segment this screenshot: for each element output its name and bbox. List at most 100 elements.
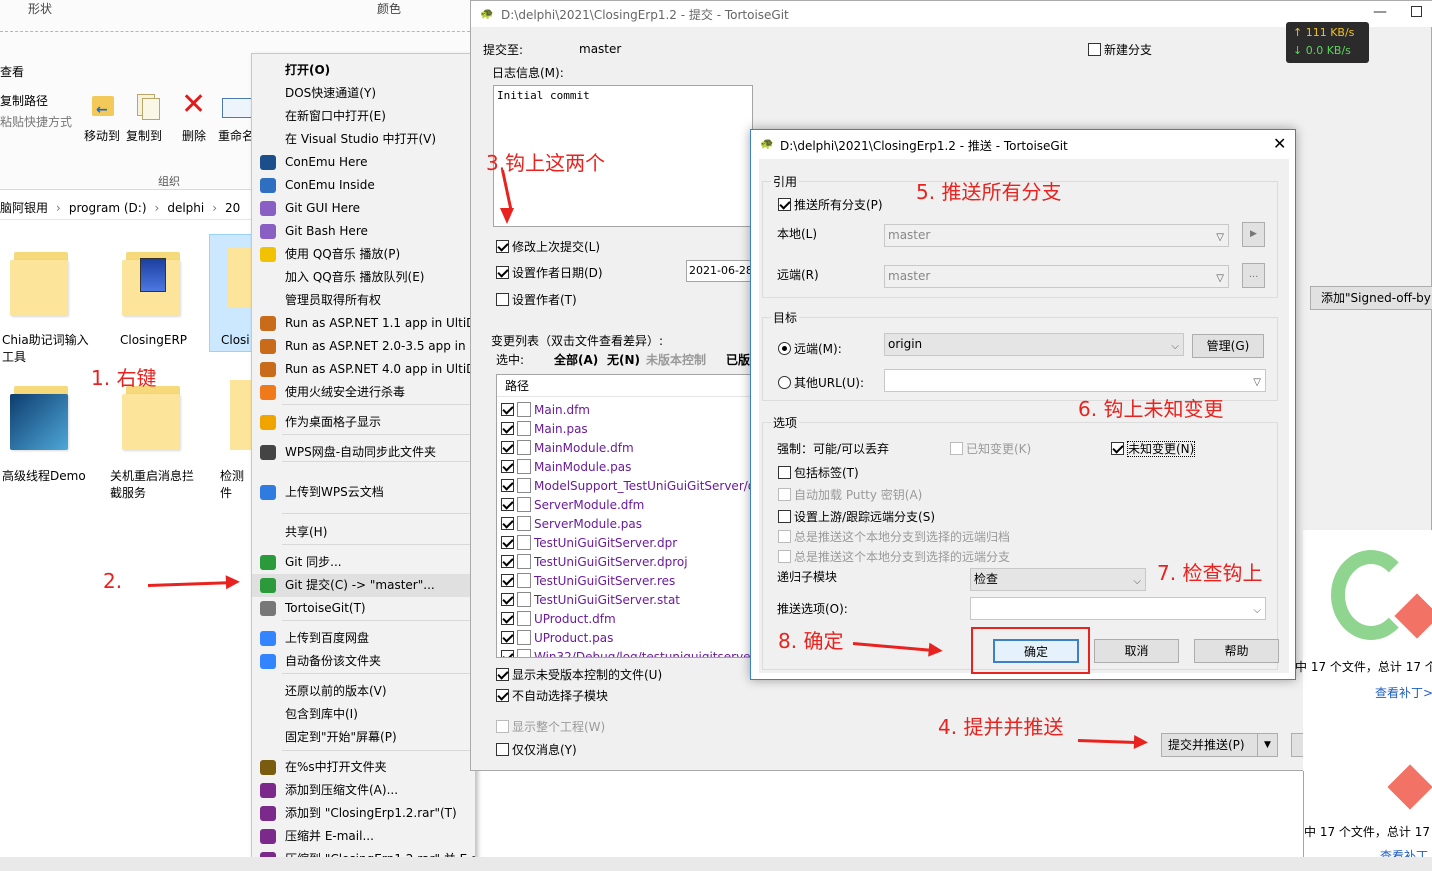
context-menu-item[interactable]: 管理员取得所有权 <box>252 289 475 312</box>
always-push-remote-checkbox[interactable]: 总是推送这个本地分支到选择的远端归档 <box>778 528 1010 545</box>
file-checkbox[interactable] <box>501 650 514 657</box>
file-row[interactable]: Main.pas <box>501 420 588 439</box>
include-tags-checkbox[interactable]: 包括标签(T) <box>778 464 859 481</box>
file-checkbox[interactable] <box>501 555 514 568</box>
context-menu-item[interactable]: DOS快速通道(Y) <box>252 82 475 105</box>
folder-icon[interactable] <box>122 246 182 316</box>
push-all-checkbox[interactable]: 推送所有分支(P) <box>778 196 883 213</box>
remote-select[interactable]: origin ⌵ <box>884 333 1184 356</box>
file-checkbox[interactable] <box>501 631 514 644</box>
close-icon[interactable]: ✕ <box>1273 134 1286 153</box>
file-row[interactable]: Main.dfm <box>501 401 590 420</box>
select-none-link[interactable]: 无(N) <box>607 351 640 368</box>
context-menu-item[interactable]: TortoiseGit(T) <box>252 597 475 620</box>
context-menu-item[interactable]: 打开(O) <box>252 59 475 82</box>
set-upstream-checkbox[interactable]: 设置上游/跟踪远端分支(S) <box>778 508 935 525</box>
always-push-branch-checkbox[interactable]: 总是推送这个本地分支到选择的远端分支 <box>778 548 1010 565</box>
context-menu-item[interactable]: 包含到库中(I) <box>252 703 475 726</box>
remote-radio[interactable]: 远端(M): <box>778 340 842 357</box>
context-menu-item[interactable]: 上传到百度网盘 <box>252 627 475 650</box>
context-menu-item[interactable]: 使用火绒安全进行杀毒 <box>252 381 475 404</box>
context-menu-item[interactable]: 在新窗口中打开(E) <box>252 105 475 128</box>
context-menu-item[interactable]: 还原以前的版本(V) <box>252 680 475 703</box>
folder-label[interactable]: ClosingERP <box>120 332 187 349</box>
column-header-color[interactable]: 颜色 <box>377 0 437 17</box>
message-only-checkbox[interactable]: 仅仅消息(Y) <box>496 741 577 758</box>
breadcrumb-item[interactable]: program (D:) <box>69 201 147 215</box>
copy-to-button[interactable]: 复制到 <box>126 127 162 144</box>
context-menu-item[interactable]: Git GUI Here <box>252 197 475 220</box>
author-date-input[interactable]: 2021-06-28 <box>686 260 756 282</box>
view-patch-link[interactable]: 查看补丁> <box>1375 684 1432 701</box>
context-menu-item[interactable]: 压缩并 E-mail... <box>252 825 475 848</box>
file-row[interactable]: ModelSupport_TestUniGuiGitServer/defa <box>501 477 755 496</box>
unknown-changes-checkbox[interactable]: 未知变更(N) <box>1111 440 1196 457</box>
file-checkbox[interactable] <box>501 536 514 549</box>
signed-off-button[interactable]: 添加"Signed-off-by" <box>1310 286 1432 310</box>
show-unversioned-checkbox[interactable]: 显示未受版本控制的文件(U) <box>496 666 662 683</box>
context-menu-item[interactable]: 在%s中打开文件夹 <box>252 756 475 779</box>
file-checkbox[interactable] <box>501 612 514 625</box>
push-cancel-button[interactable]: 取消 <box>1094 639 1179 663</box>
folder-icon[interactable] <box>10 380 70 450</box>
context-menu-item[interactable]: 共享(H) <box>252 521 475 544</box>
set-author-checkbox[interactable]: 设置作者(T) <box>496 291 577 308</box>
commit-push-button[interactable]: 提交并推送(P) ▼ <box>1161 733 1278 757</box>
other-url-input[interactable]: ▽ <box>884 369 1266 392</box>
path-column-header[interactable]: 路径 <box>497 375 755 397</box>
file-row[interactable]: ServerModule.dfm <box>501 496 644 515</box>
column-header-shape[interactable]: 形状 <box>28 0 88 17</box>
recurse-submodules-select[interactable]: 检查 ⌵ <box>970 568 1146 591</box>
folder-label[interactable]: Chia助记词输入 工具 <box>2 332 89 366</box>
breadcrumb-item[interactable]: 脑阿银用 <box>0 201 48 215</box>
file-checkbox[interactable] <box>501 498 514 511</box>
folder-label[interactable]: 检测 件 <box>220 468 244 502</box>
file-row[interactable]: MainModule.pas <box>501 458 631 477</box>
context-menu-item[interactable]: 使用 QQ音乐 播放(P) <box>252 243 475 266</box>
local-branch-select[interactable]: master ▽ <box>884 224 1229 247</box>
file-checkbox[interactable] <box>501 479 514 492</box>
context-menu-item[interactable]: 加入 QQ音乐 播放队列(E) <box>252 266 475 289</box>
maximize-icon[interactable] <box>1411 6 1422 17</box>
copy-path-button[interactable]: 复制路径 <box>0 92 48 109</box>
context-menu-item[interactable]: 自动备份该文件夹 <box>252 650 475 673</box>
context-menu-item[interactable]: Run as ASP.NET 1.1 app in UltiD <box>252 312 475 335</box>
context-menu-item[interactable]: 添加到压缩文件(A)... <box>252 779 475 802</box>
context-menu-item[interactable]: ConEmu Inside <box>252 174 475 197</box>
remote-branch-browse-button[interactable]: ... <box>1242 263 1265 288</box>
other-url-radio[interactable]: 其他URL(U): <box>778 374 864 391</box>
amend-checkbox[interactable]: 修改上次提交(L) <box>496 238 600 255</box>
autoload-putty-checkbox[interactable]: 自动加载 Putty 密钥(A) <box>778 486 922 503</box>
context-menu-item[interactable]: 添加到 "ClosingErp1.2.rar"(T) <box>252 802 475 825</box>
whole-project-checkbox[interactable]: 显示整个工程(W) <box>496 718 605 735</box>
context-menu-item[interactable]: 上传到WPS云文档 <box>252 481 475 504</box>
paste-shortcut-button[interactable]: 粘贴快捷方式 <box>0 113 72 130</box>
context-menu-item[interactable]: 在 Visual Studio 中打开(V) <box>252 128 475 151</box>
file-checkbox[interactable] <box>501 574 514 587</box>
context-menu-item[interactable]: Git Bash Here <box>252 220 475 243</box>
minimize-icon[interactable]: — <box>1373 4 1387 20</box>
delete-button[interactable]: 删除 <box>182 127 206 144</box>
push-help-button[interactable]: 帮助 <box>1194 639 1279 663</box>
folder-icon[interactable] <box>10 246 70 316</box>
file-row[interactable]: TestUniGuiGitServer.stat <box>501 591 680 610</box>
context-menu-item[interactable]: Git 提交(C) -> "master"... <box>252 574 475 597</box>
dropdown-arrow-icon[interactable]: ▼ <box>1257 734 1277 756</box>
select-unversioned-link[interactable]: 未版本控制 <box>646 351 706 368</box>
context-menu-item[interactable]: Run as ASP.NET 4.0 app in UltiD <box>252 358 475 381</box>
move-to-button[interactable]: 移动到 <box>84 127 120 144</box>
remote-branch-select[interactable]: master ▽ <box>884 265 1229 288</box>
file-checkbox[interactable] <box>501 403 514 416</box>
file-checkbox[interactable] <box>501 441 514 454</box>
select-all-link[interactable]: 全部(A) <box>554 351 598 368</box>
breadcrumb-item[interactable]: 20 <box>225 201 240 215</box>
manage-button[interactable]: 管理(G) <box>1192 334 1264 358</box>
view-tab[interactable]: 查看 <box>0 63 24 80</box>
known-changes-checkbox[interactable]: 已知变更(K) <box>950 440 1031 457</box>
folder-label[interactable]: 关机重启消息拦 截服务 <box>110 468 194 502</box>
folder-label[interactable]: Closi <box>221 332 250 349</box>
new-branch-checkbox[interactable]: 新建分支 <box>1088 41 1152 58</box>
author-date-checkbox[interactable]: 设置作者日期(D) <box>496 264 603 281</box>
select-versioned-link[interactable]: 已版 <box>726 351 750 368</box>
file-list[interactable]: 路径 Main.dfm Main.pas MainModule.dfm MainMod… <box>496 374 756 658</box>
